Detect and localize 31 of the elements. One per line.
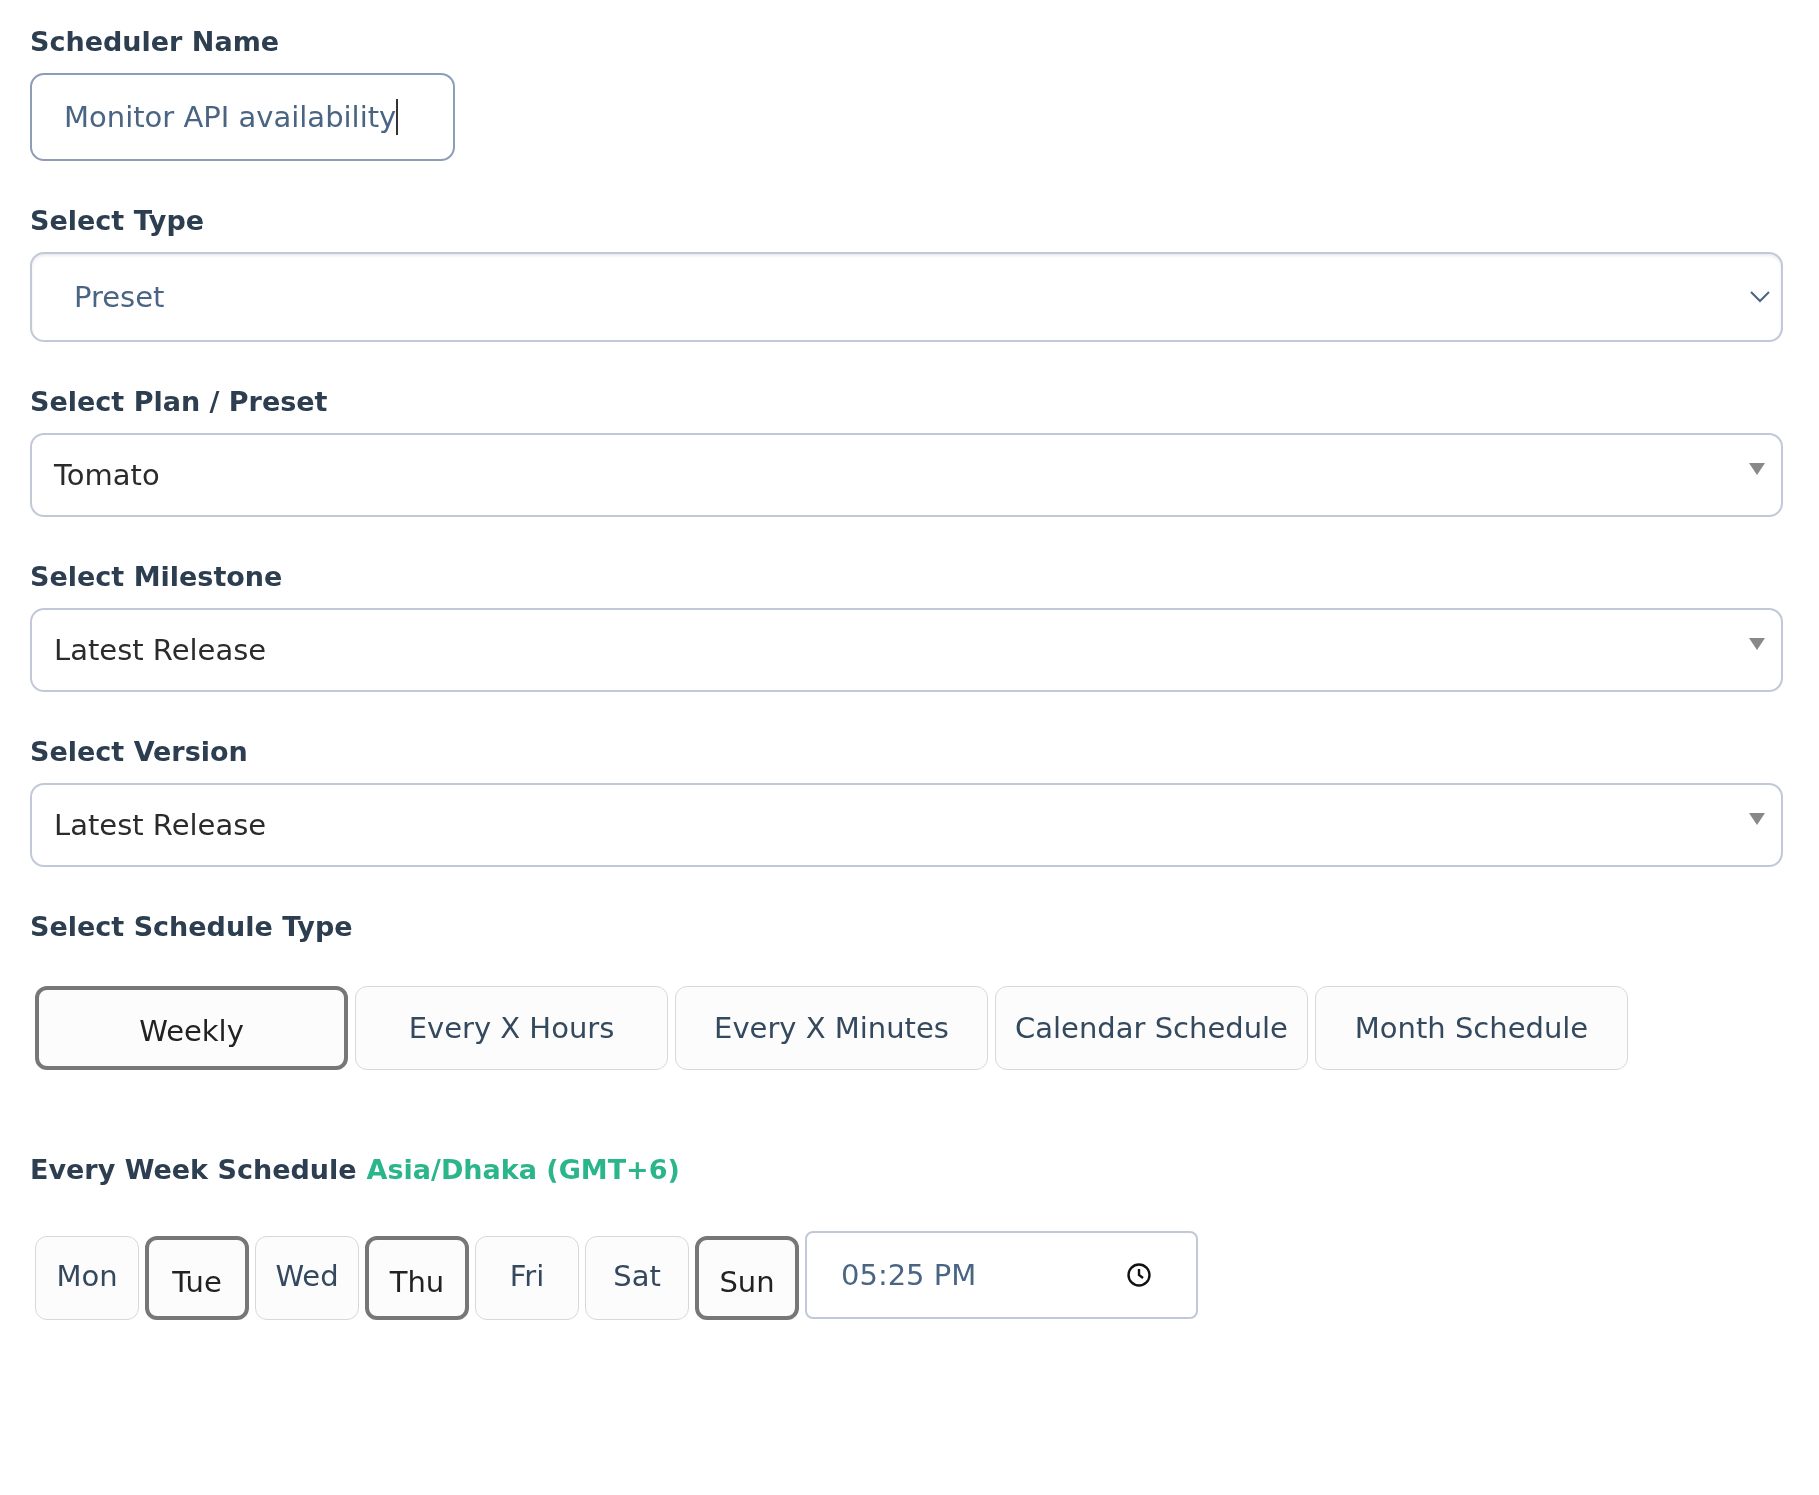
triangle-down-icon <box>1749 813 1765 825</box>
field-label: Scheduler Name <box>30 26 281 57</box>
schedule-type-button[interactable]: Every X Hours <box>355 986 668 1070</box>
schedule-type-button[interactable]: Month Schedule <box>1315 986 1628 1070</box>
day-toggle[interactable]: Wed <box>255 1236 359 1320</box>
schedule-type-button[interactable]: Weekly <box>35 986 348 1070</box>
schedule-type-button[interactable]: Calendar Schedule <box>995 986 1308 1070</box>
dropdown-select[interactable]: Tomato <box>30 433 1783 517</box>
dropdown-select[interactable]: Latest Release <box>30 608 1783 692</box>
timezone-label: Asia/Dhaka (GMT+6) <box>366 1154 680 1185</box>
type-select[interactable]: Preset <box>30 252 1783 342</box>
day-toggle[interactable]: Thu <box>365 1236 469 1320</box>
day-toggle[interactable]: Sat <box>585 1236 689 1320</box>
chevron-down-icon <box>1749 290 1771 304</box>
triangle-down-icon <box>1749 463 1765 475</box>
schedule-type-button[interactable]: Every X Minutes <box>675 986 988 1070</box>
name-input-field[interactable]: Monitor API availability <box>30 73 455 161</box>
field-label: Select Version <box>30 736 249 767</box>
dropdown-select[interactable]: Latest Release <box>30 783 1783 867</box>
section-label: Every Week Schedule <box>30 1154 357 1185</box>
clock-icon <box>1126 1262 1152 1288</box>
day-toggle[interactable]: Fri <box>475 1236 579 1320</box>
field-label: Select Type <box>30 205 206 236</box>
section-label: Select Schedule Type <box>30 911 354 942</box>
field-label: Select Plan / Preset <box>30 386 329 417</box>
day-toggle[interactable]: Sun <box>695 1236 799 1320</box>
day-toggle[interactable]: Mon <box>35 1236 139 1320</box>
triangle-down-icon <box>1749 638 1765 650</box>
field-label: Select Milestone <box>30 561 284 592</box>
time-input-field[interactable]: 05:25 PM <box>805 1231 1198 1319</box>
day-toggle[interactable]: Tue <box>145 1236 249 1320</box>
